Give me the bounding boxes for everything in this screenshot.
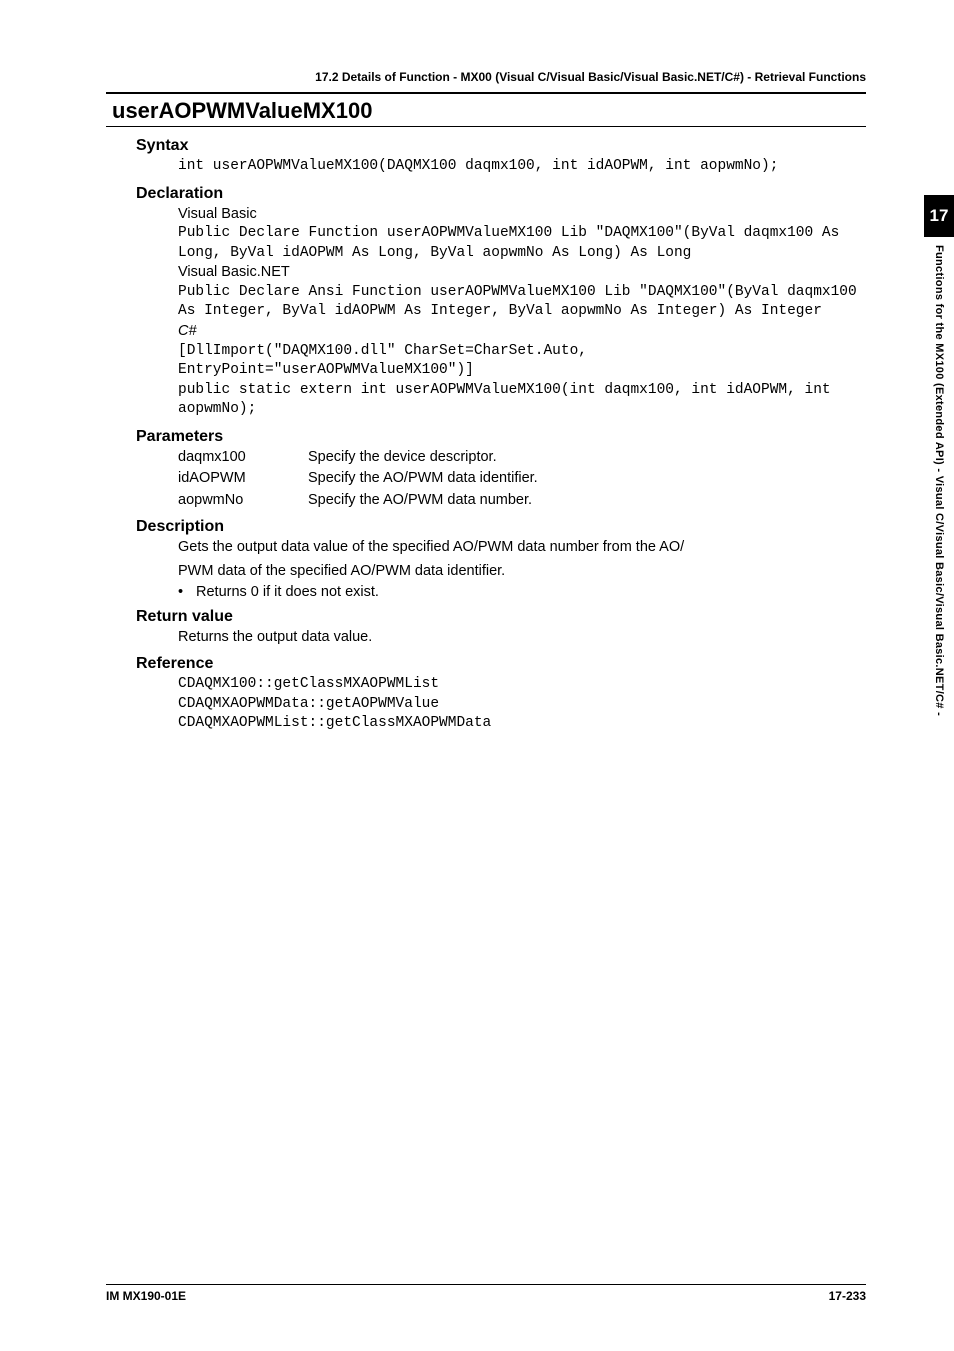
bullet-text: Returns 0 if it does not exist. bbox=[196, 584, 379, 600]
code-csharp: [DllImport("DAQMX100.dll" CharSet=CharSe… bbox=[178, 342, 866, 420]
heading-syntax: Syntax bbox=[136, 137, 866, 155]
bullet-dot-icon: • bbox=[178, 584, 196, 600]
section-header: 17.2 Details of Function - MX00 (Visual … bbox=[106, 70, 866, 84]
heading-description: Description bbox=[136, 518, 866, 536]
description-line: PWM data of the specified AO/PWM data id… bbox=[178, 562, 866, 582]
code-vb: Public Declare Function userAOPWMValueMX… bbox=[178, 224, 866, 263]
side-tab: 17 Functions for the MX100 (Extended API… bbox=[924, 195, 954, 716]
heading-reference: Reference bbox=[136, 655, 866, 673]
rule-thick bbox=[106, 92, 866, 94]
param-name: aopwmNo bbox=[178, 491, 308, 511]
param-row: aopwmNo Specify the AO/PWM data number. bbox=[178, 491, 866, 511]
heading-return: Return value bbox=[136, 608, 866, 626]
param-name: idAOPWM bbox=[178, 469, 308, 489]
param-row: daqmx100 Specify the device descriptor. bbox=[178, 448, 866, 468]
return-text: Returns the output data value. bbox=[178, 628, 866, 648]
param-desc: Specify the device descriptor. bbox=[308, 448, 497, 468]
label-vbnet: Visual Basic.NET bbox=[178, 263, 866, 283]
label-vb: Visual Basic bbox=[178, 205, 866, 225]
heading-parameters: Parameters bbox=[136, 428, 866, 446]
param-name: daqmx100 bbox=[178, 448, 308, 468]
rule-thin bbox=[106, 126, 866, 127]
param-desc: Specify the AO/PWM data number. bbox=[308, 491, 532, 511]
param-row: idAOPWM Specify the AO/PWM data identifi… bbox=[178, 469, 866, 489]
heading-declaration: Declaration bbox=[136, 185, 866, 203]
footer-right: 17-233 bbox=[829, 1289, 866, 1303]
chapter-number-box: 17 bbox=[924, 195, 954, 237]
code-vbnet: Public Declare Ansi Function userAOPWMVa… bbox=[178, 283, 866, 322]
sidebar-vertical-text: Functions for the MX100 (Extended API) -… bbox=[933, 245, 945, 716]
syntax-code: int userAOPWMValueMX100(DAQMX100 daqmx10… bbox=[178, 157, 866, 177]
reference-code: CDAQMX100::getClassMXAOPWMList CDAQMXAOP… bbox=[178, 675, 866, 734]
footer-left: IM MX190-01E bbox=[106, 1289, 186, 1303]
param-desc: Specify the AO/PWM data identifier. bbox=[308, 469, 538, 489]
description-bullet: • Returns 0 if it does not exist. bbox=[178, 584, 866, 600]
footer: IM MX190-01E 17-233 bbox=[106, 1284, 866, 1303]
function-title: userAOPWMValueMX100 bbox=[112, 98, 866, 124]
description-line: Gets the output data value of the specif… bbox=[178, 538, 866, 558]
label-csharp: C# bbox=[178, 322, 866, 342]
